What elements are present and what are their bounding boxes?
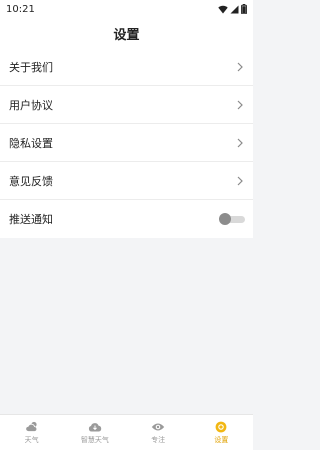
wifi-icon [218,5,228,13]
tab-smart-weather[interactable]: 智慧天气 [63,415,126,450]
tab-label: 天气 [24,435,39,444]
status-icons [218,4,247,14]
settings-item-label: 推送通知 [9,213,53,226]
bottom-tab-bar: 天气 智慧天气 专注 设置 [0,414,253,450]
tab-focus[interactable]: 专注 [127,415,190,450]
signal-icon [230,5,239,13]
tab-settings[interactable]: 设置 [190,415,253,450]
status-bar: 10:21 [0,0,253,18]
header: 设置 [0,18,253,48]
cloud-download-icon [88,421,102,433]
settings-item-feedback[interactable]: 意见反馈 [0,162,253,200]
settings-item-label: 关于我们 [9,60,53,74]
settings-item-label: 用户协议 [9,98,53,112]
tab-label: 专注 [151,435,166,444]
toggle-knob [219,213,231,225]
settings-item-push-notifications: 推送通知 [0,200,253,238]
chevron-right-icon [235,175,245,187]
settings-icon [214,421,228,433]
settings-item-label: 隐私设置 [9,136,53,150]
settings-list: 关于我们 用户协议 隐私设置 意见反馈 推送通知 [0,48,253,238]
tab-label: 智慧天气 [80,435,109,444]
battery-icon [241,4,247,14]
chevron-right-icon [235,99,245,111]
page-title: 设置 [113,27,140,43]
push-notification-toggle[interactable] [219,213,245,225]
chevron-right-icon [235,137,245,149]
tab-weather[interactable]: 天气 [0,415,63,450]
settings-item-about[interactable]: 关于我们 [0,48,253,86]
chevron-right-icon [235,61,245,73]
settings-item-label: 意见反馈 [9,174,53,188]
eye-icon [151,421,165,433]
status-time: 10:21 [6,3,35,15]
cloud-sun-icon [25,421,39,433]
settings-item-user-agreement[interactable]: 用户协议 [0,86,253,124]
settings-item-privacy[interactable]: 隐私设置 [0,124,253,162]
tab-label: 设置 [214,435,229,444]
